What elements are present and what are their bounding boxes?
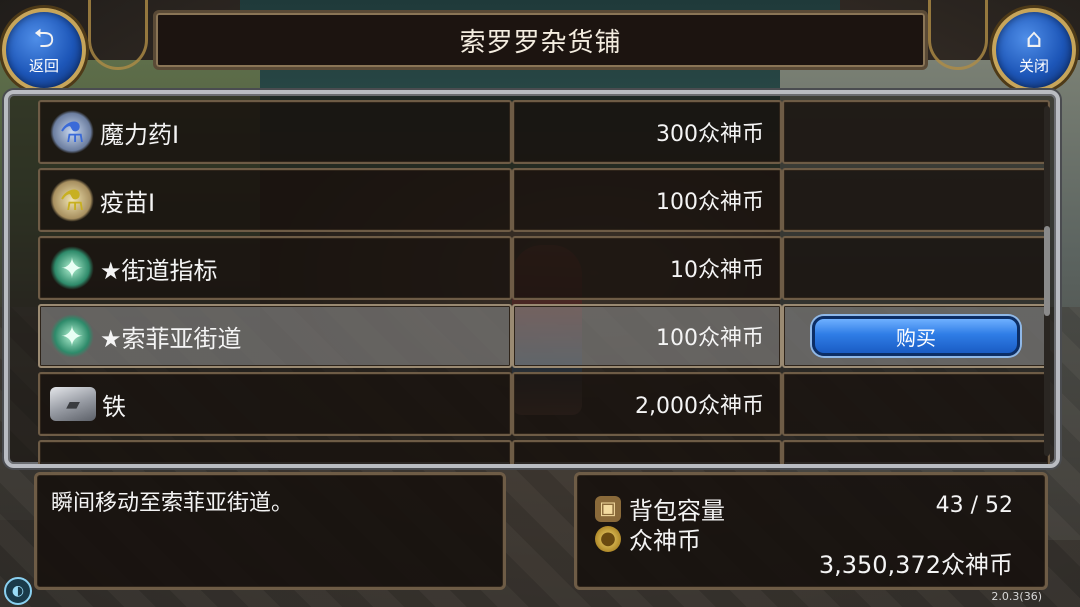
wing-scroll-icon: ✦ (50, 246, 94, 290)
item-price: 100众神币 (656, 326, 764, 351)
shop-title: 索罗罗杂货铺 (459, 27, 622, 58)
bag-icon: ▣ (595, 495, 621, 522)
yellow-potion-icon: ⚗ (50, 178, 94, 222)
iron-ingot-icon: ▰ (50, 387, 96, 421)
item-name: ★街道指标 (100, 256, 218, 285)
shop-title-bar: 索罗罗杂货铺 (153, 10, 928, 70)
item-description-panel: 瞬间移动至索菲亚街道。 (34, 472, 506, 590)
close-button-label: 关闭 (1018, 56, 1049, 75)
item-price-cell[interactable]: 100众神币 (512, 168, 782, 232)
item-description-text: 瞬间移动至索菲亚街道。 (51, 491, 294, 516)
item-action-cell[interactable] (782, 372, 1050, 436)
item-name-cell[interactable] (38, 440, 512, 464)
coin-icon: ● (595, 525, 621, 552)
item-price-cell[interactable]: 10众神币 (512, 236, 782, 300)
shop-item-row-selected[interactable]: ✦ ★索菲亚街道 100众神币 购买 (38, 304, 1050, 368)
blue-potion-icon: ⚗ (50, 110, 94, 154)
item-price-cell[interactable]: 300众神币 (512, 100, 782, 164)
buy-button[interactable]: 购买 (812, 316, 1020, 356)
frame-ornament-left (88, 0, 148, 70)
shop-item-row-partial[interactable] (38, 440, 1050, 464)
list-scroll-thumb[interactable] (1044, 226, 1050, 316)
coin-label: 众神币 (629, 527, 701, 555)
item-price-cell[interactable] (512, 440, 782, 464)
item-price: 100众神币 (656, 190, 764, 215)
item-price: 10众神币 (670, 258, 764, 283)
item-name: 疫苗Ⅰ (100, 188, 156, 217)
shop-item-row[interactable]: ⚗ 疫苗Ⅰ 100众神币 (38, 168, 1050, 232)
item-name: 魔力药Ⅰ (100, 120, 180, 149)
item-name-cell[interactable]: ⚗ 疫苗Ⅰ (38, 168, 512, 232)
back-button-label: 返回 (28, 56, 59, 75)
bag-capacity-value: 43 / 52 (935, 493, 1013, 518)
wing-scroll-icon: ✦ (50, 314, 94, 358)
network-status-icon[interactable]: ◐ (4, 577, 32, 605)
back-button[interactable]: ⮌ 返回 (2, 8, 86, 92)
frame-ornament-right (928, 0, 988, 70)
shop-item-list[interactable]: ⚗ 魔力药Ⅰ 300众神币 ⚗ 疫苗Ⅰ 100众神币 ✦ ★街道指标 10众神币… (4, 90, 1060, 468)
item-name-cell[interactable]: ✦ ★索菲亚街道 (38, 304, 512, 368)
coin-row: ● 众神币 (595, 521, 701, 556)
version-label: 2.0.3(36) (991, 590, 1042, 603)
return-arrow-icon: ⮌ (33, 23, 55, 54)
item-action-cell[interactable] (782, 440, 1050, 464)
item-action-cell[interactable] (782, 236, 1050, 300)
item-name-cell[interactable]: ✦ ★街道指标 (38, 236, 512, 300)
item-price: 2,000众神币 (635, 394, 764, 419)
item-price-cell[interactable]: 2,000众神币 (512, 372, 782, 436)
shop-item-row[interactable]: ▰ 铁 2,000众神币 (38, 372, 1050, 436)
shop-item-row[interactable]: ⚗ 魔力药Ⅰ 300众神币 (38, 100, 1050, 164)
item-action-cell[interactable]: 购买 (782, 304, 1050, 368)
item-price: 300众神币 (656, 122, 764, 147)
item-name: 铁 (102, 392, 126, 421)
item-name-cell[interactable]: ▰ 铁 (38, 372, 512, 436)
close-button[interactable]: ⌂ 关闭 (992, 8, 1076, 92)
item-action-cell[interactable] (782, 100, 1050, 164)
item-name-cell[interactable]: ⚗ 魔力药Ⅰ (38, 100, 512, 164)
list-scrollbar[interactable] (1044, 106, 1050, 456)
shop-item-row[interactable]: ✦ ★街道指标 10众神币 (38, 236, 1050, 300)
inventory-info-panel: ▣ 背包容量 43 / 52 ● 众神币 3,350,372众神币 (574, 472, 1048, 590)
item-name: ★索菲亚街道 (100, 324, 242, 353)
item-price-cell[interactable]: 100众神币 (512, 304, 782, 368)
coin-balance-value: 3,350,372众神币 (818, 551, 1013, 579)
home-icon: ⌂ (1025, 23, 1043, 54)
item-action-cell[interactable] (782, 168, 1050, 232)
